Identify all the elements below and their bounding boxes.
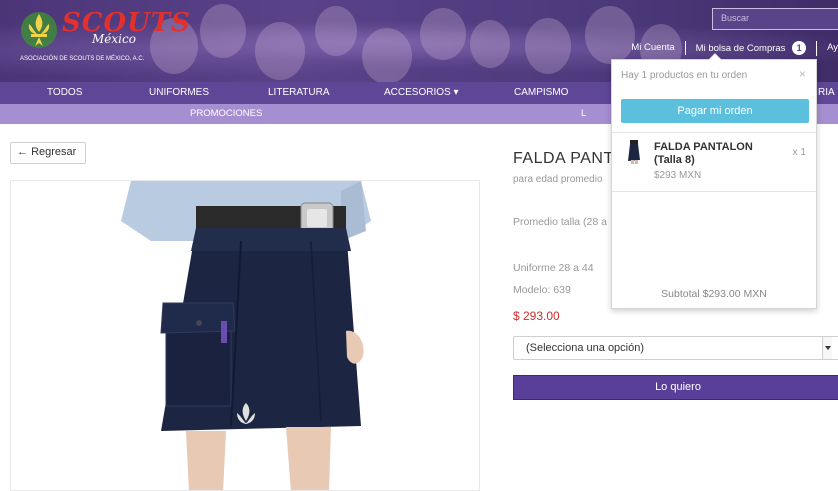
divider (612, 191, 816, 192)
nav-item-accesorios[interactable]: ACCESORIOS ▾ (384, 87, 458, 98)
help-link[interactable]: Ay (817, 41, 838, 55)
subnav-item-promociones[interactable]: PROMOCIONES (190, 108, 262, 119)
my-account-link[interactable]: Mi Cuenta (621, 41, 686, 55)
cart-header: Hay 1 productos en tu orden (621, 70, 748, 81)
cart-dropdown: Hay 1 productos en tu orden × Pagar mi o… (611, 53, 817, 309)
subnav-item-partial[interactable]: L (581, 108, 586, 119)
cart-item-thumbnail (628, 140, 640, 164)
top-links: Mi Cuenta Mi bolsa de Compras 1 Ay (621, 40, 838, 56)
cart-count-badge: 1 (792, 40, 807, 55)
product-image (10, 180, 480, 491)
arrow-left-icon: ← (17, 146, 28, 158)
product-title: FALDA PANTA (513, 150, 624, 167)
chevron-down-icon (822, 337, 832, 359)
divider (612, 132, 816, 133)
back-label: Regresar (31, 146, 77, 158)
pay-order-button[interactable]: Pagar mi orden (621, 99, 809, 123)
cart-item-name[interactable]: FALDA PANTALON (Talla 8) (654, 141, 774, 167)
product-subtitle: para edad promedio (513, 174, 603, 185)
product-uniform: Uniforme 28 a 44 (513, 262, 594, 274)
shopping-bag-label: Mi bolsa de Compras (695, 42, 786, 54)
size-select[interactable]: (Selecciona una opción) (513, 336, 838, 360)
fleur-de-lis-icon (21, 12, 57, 48)
logo-mexico-text: México (92, 32, 136, 46)
nav-item-todos[interactable]: TODOS (47, 87, 82, 98)
cart-subtotal: Subtotal $293.00 MXN (661, 288, 767, 300)
product-size-note: Promedio talla (28 a (513, 216, 607, 228)
cart-item-quantity: x 1 (792, 147, 806, 158)
nav-item-campismo[interactable]: CAMPISMO (514, 87, 568, 98)
search-placeholder: Buscar (721, 13, 750, 23)
add-to-cart-button[interactable]: Lo quiero (513, 375, 838, 400)
nav-item-partial[interactable]: RIA (818, 87, 835, 98)
skirt-photo (121, 181, 371, 490)
product-model: Modelo: 639 (513, 284, 571, 296)
product-price: $ 293.00 (513, 309, 560, 323)
back-button[interactable]: ← Regresar (10, 142, 86, 164)
nav-item-uniformes[interactable]: UNIFORMES (149, 87, 209, 98)
close-icon[interactable]: × (799, 67, 806, 81)
scouts-logo[interactable]: SCOUTS México ASOCIACIÓN DE SCOUTS DE MÉ… (12, 6, 190, 66)
shopping-bag-link[interactable]: Mi bolsa de Compras 1 (686, 40, 818, 56)
logo-subtitle: ASOCIACIÓN DE SCOUTS DE MÉXICO, A.C. (20, 56, 145, 62)
cart-item-price: $293 MXN (654, 170, 702, 181)
nav-item-literatura[interactable]: LITERATURA (268, 87, 330, 98)
size-select-value: (Selecciona una opción) (526, 342, 645, 354)
search-input[interactable]: Buscar (712, 8, 838, 30)
